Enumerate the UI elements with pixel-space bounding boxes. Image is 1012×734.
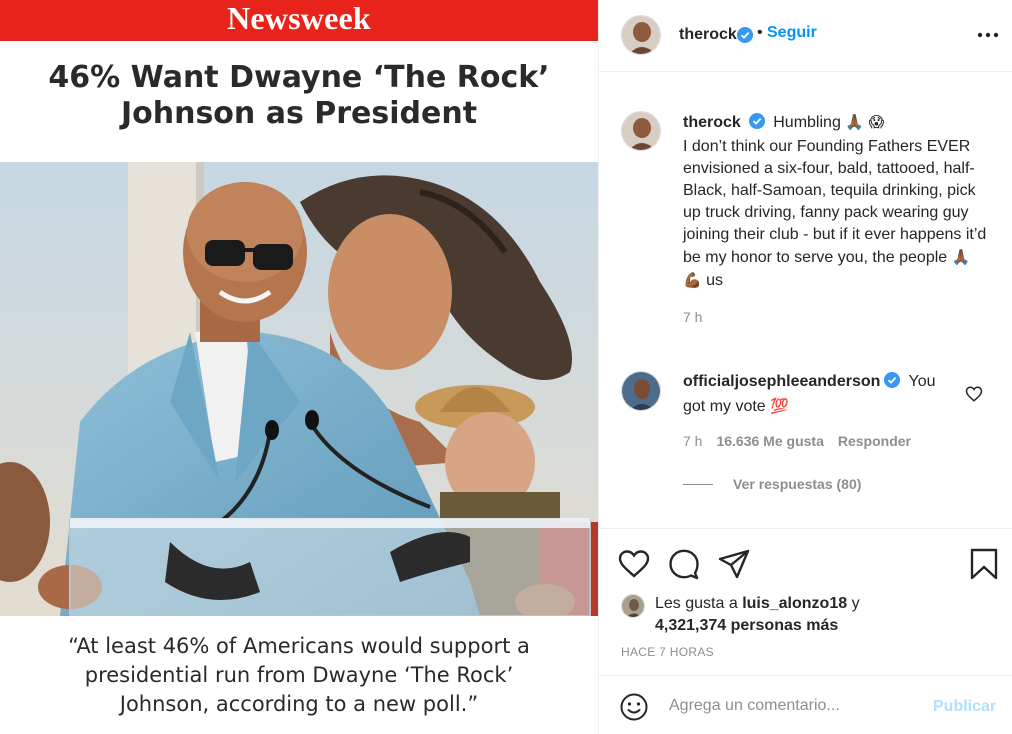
caption-body: I don’t think our Founding Fathers EVER … (683, 138, 987, 266)
share-icon[interactable] (717, 547, 751, 581)
flexed-biceps-emoji: 💪🏾 (683, 271, 702, 289)
verified-badge-icon (748, 113, 765, 136)
post-side-panel: therock • Seguir therock Humbling 🙏🏾 😱 I… (598, 0, 1012, 734)
comment-icon[interactable] (667, 547, 701, 581)
follow-button[interactable]: Seguir (767, 24, 817, 42)
avatar-image (622, 16, 660, 54)
quote-line-2: presidential run from Dwayne ‘The Rock’ (84, 663, 514, 687)
folded-hands-emoji: 🙏🏾 (951, 248, 971, 266)
publish-button[interactable]: Publicar (933, 698, 996, 716)
quote-line-1: “At least 46% of Americans would support… (68, 634, 530, 658)
post-actions: Les gusta a luis_alonzo18 y 4,321,374 pe… (599, 528, 1012, 676)
comment-likes[interactable]: 16.636 Me gusta (716, 433, 823, 449)
verified-badge-icon (884, 372, 901, 395)
view-replies-button[interactable]: Ver respuestas (80) (683, 476, 861, 492)
caption-time[interactable]: 7 h (683, 306, 993, 328)
comment-like-heart-icon[interactable] (965, 385, 983, 403)
avatar[interactable] (621, 15, 661, 55)
article-quote: “At least 46% of Americans would support… (30, 632, 568, 719)
quote-line-3: Johnson, according to a new poll.” (119, 692, 479, 716)
article-headline: 46% Want Dwayne ‘The Rock’ Johnson as Pr… (0, 60, 598, 132)
smiley-icon[interactable] (619, 692, 649, 722)
likes-count[interactable]: 4,321,374 personas más (655, 615, 838, 637)
reply-button[interactable]: Responder (838, 433, 911, 449)
caption-avatar-image (622, 112, 660, 150)
more-horizontal-icon[interactable] (975, 22, 1001, 48)
comment-input[interactable] (669, 692, 919, 720)
comments-list[interactable]: therock Humbling 🙏🏾 😱 I don’t think our … (599, 73, 1012, 528)
hundred-points-emoji: 💯 (770, 397, 789, 415)
likes-prefix: Les gusta a (655, 595, 738, 612)
post-caption: therock Humbling 🙏🏾 😱 I don’t think our … (683, 111, 993, 328)
comment-avatar[interactable] (621, 371, 661, 411)
caption-username[interactable]: therock (683, 114, 741, 131)
verified-badge-icon (737, 27, 753, 48)
post-image[interactable]: Newsweek 46% Want Dwayne ‘The Rock’ John… (0, 0, 598, 734)
liker-username[interactable]: luis_alonzo18 (742, 595, 847, 612)
screaming-face-emoji: 😱 (868, 113, 885, 131)
comment-meta: 7 h 16.636 Me gusta Responder (683, 433, 911, 449)
post-header: therock • Seguir (599, 0, 1012, 72)
view-replies-label: Ver respuestas (80) (733, 476, 862, 492)
comment-avatar-image (622, 372, 660, 410)
comment-body: officialjosephleeanderson You got my vot… (683, 371, 953, 418)
likes-line: Les gusta a luis_alonzo18 y (655, 593, 860, 615)
folded-hands-emoji: 🙏🏾 (845, 113, 864, 131)
header-separator: • (757, 24, 763, 41)
newsweek-logo: Newsweek (227, 0, 371, 36)
liker-avatar[interactable] (621, 594, 645, 618)
news-photo (0, 162, 598, 616)
bookmark-icon[interactable] (967, 547, 1001, 581)
headline-line-1: 46% Want Dwayne ‘The Rock’ (48, 60, 550, 95)
likes-suffix: y (851, 595, 860, 612)
replies-divider (683, 483, 713, 485)
headline-line-2: Johnson as President (120, 96, 478, 131)
caption-body-end: us (706, 272, 724, 289)
caption-avatar[interactable] (621, 111, 661, 151)
header-username[interactable]: therock (679, 26, 737, 44)
add-comment-bar: Publicar (599, 676, 1012, 734)
caption-text-start: Humbling (773, 114, 841, 131)
comment-username[interactable]: officialjosephleeanderson (683, 373, 880, 390)
post-timestamp[interactable]: HACE 7 HORAS (621, 645, 714, 659)
comment-time[interactable]: 7 h (683, 433, 702, 449)
photo-illustration (0, 162, 598, 616)
heart-icon[interactable] (617, 547, 651, 581)
liker-avatar-image (622, 595, 644, 617)
